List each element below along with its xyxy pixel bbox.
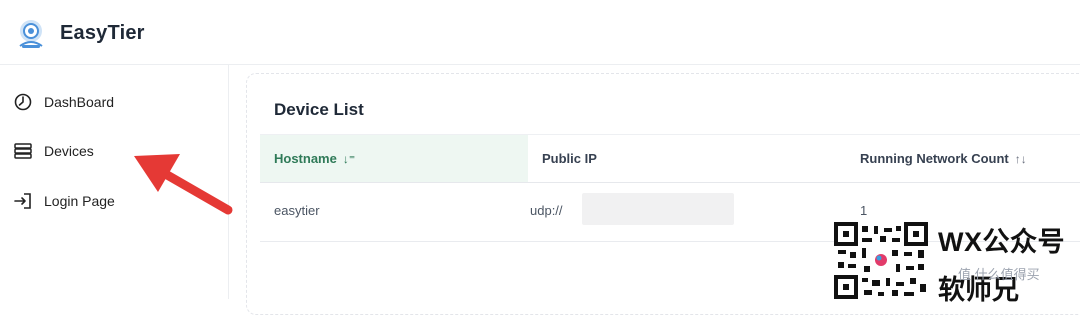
column-header-label: Public IP: [542, 151, 597, 166]
column-header-running-network-count[interactable]: Running Network Count ↑↓: [860, 135, 1027, 182]
sidebar-item-devices[interactable]: Devices: [12, 137, 94, 165]
watermark-wx: WX公众号: [938, 227, 1065, 257]
card-title: Device List: [274, 100, 364, 119]
column-header-hostname[interactable]: Hostname ↓⁼: [260, 135, 528, 182]
red-annotation-arrow-icon: [134, 154, 233, 215]
qr-code-icon: [834, 222, 928, 299]
redacted-ip-block: [582, 193, 734, 225]
column-header-label: Running Network Count: [860, 151, 1009, 166]
cell-public-ip: udp://: [530, 203, 563, 218]
sort-descending-icon[interactable]: ↓⁼: [343, 152, 355, 166]
sidebar-item-login-page[interactable]: Login Page: [12, 187, 115, 215]
sidebar-item-label: Devices: [44, 143, 94, 159]
app-title: EasyTier: [60, 22, 145, 44]
dashboard-clock-icon: [12, 91, 34, 113]
cell-hostname: easytier: [274, 203, 320, 218]
login-arrow-icon: [12, 190, 34, 212]
table-header: Hostname ↓⁼ Public IP Running Network Co…: [260, 134, 1080, 183]
sidebar-item-label: Login Page: [44, 193, 115, 209]
sidebar-item-dashboard[interactable]: DashBoard: [12, 88, 114, 116]
column-header-label: Hostname: [274, 151, 337, 166]
app-header: EasyTier: [0, 0, 1080, 65]
easytier-logo-icon[interactable]: [14, 17, 48, 51]
sidebar-item-label: DashBoard: [44, 94, 115, 110]
watermark-smzdm: 值 什么值得买: [958, 267, 1040, 282]
sort-icon[interactable]: ↑↓: [1015, 152, 1027, 166]
column-header-public-ip[interactable]: Public IP: [542, 135, 597, 182]
cell-running-network-count: 1: [860, 203, 868, 218]
server-list-icon: [12, 140, 34, 162]
